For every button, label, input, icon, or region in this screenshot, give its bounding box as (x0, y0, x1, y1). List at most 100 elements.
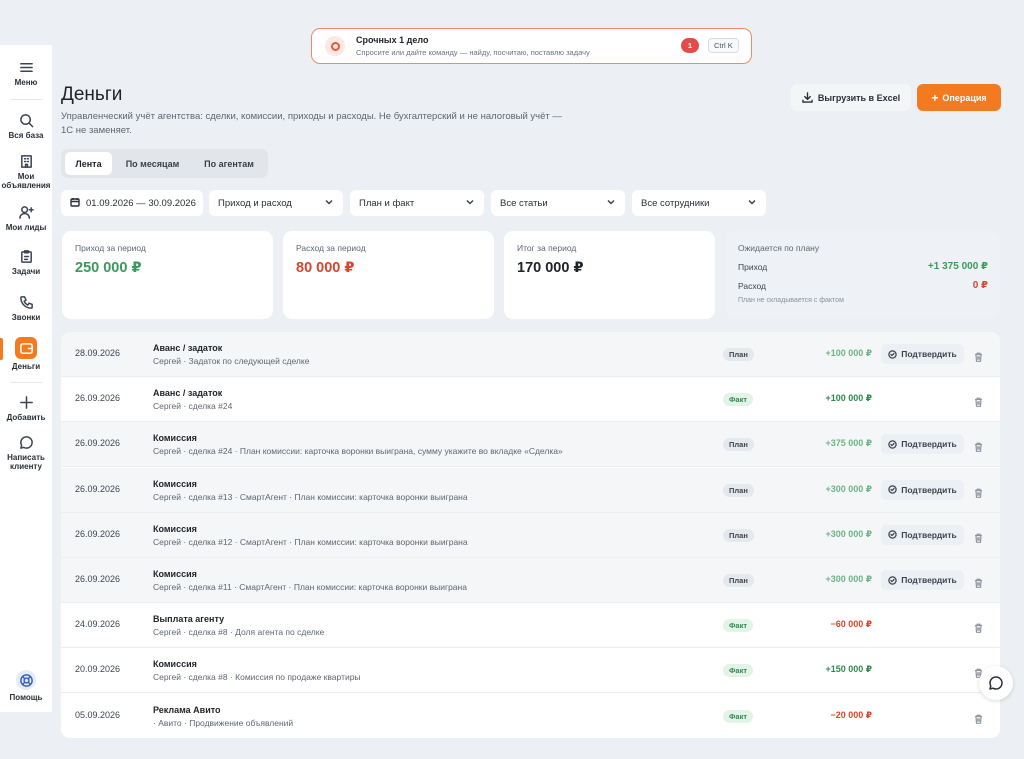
confirm-button[interactable]: Подтвердить (881, 524, 964, 545)
status-badge: План (723, 528, 754, 542)
search-icon (19, 114, 33, 128)
table-row[interactable]: 26.09.2026 Комиссия Сергей · сделка #12 · … (61, 512, 1000, 558)
plus-icon: + (931, 90, 939, 105)
sidebar-item-label: Меню (14, 78, 38, 87)
row-title: Аванс / задаток (153, 343, 223, 353)
period-filter[interactable]: 01.09.2026 — 30.09.2026 (61, 190, 203, 216)
confirm-label: Подтвердить (901, 349, 957, 359)
row-date: 26.09.2026 (75, 393, 121, 404)
check-circle-icon (888, 575, 897, 585)
type-value: Приход и расход (218, 197, 292, 209)
status-badge: План (723, 438, 754, 452)
chat-bubble-icon (989, 676, 1003, 690)
table-row[interactable]: 26.09.2026 Комиссия Сергей · сделка #13 · … (61, 467, 1000, 513)
sidebar-item-label: Добавить (6, 413, 46, 422)
status-badge: Факт (723, 393, 753, 407)
row-description: Сергей · сделка #8 · Комиссия по продаже… (153, 672, 361, 683)
sidebar-item-my-listings[interactable]: Мои объявления (0, 154, 52, 190)
check-circle-icon (888, 440, 897, 449)
sidebar-item-all-base[interactable]: Вся база (0, 113, 52, 140)
row-amount: +300 000 ₽ (825, 528, 872, 539)
sidebar-item-money[interactable]: Деньги (0, 337, 52, 371)
hamburger-icon (19, 63, 33, 72)
sidebar-item-write-client[interactable]: Написать клиенту (0, 435, 52, 471)
table-row[interactable]: 24.09.2026 Выплата агенту Сергей · сделка … (61, 603, 1000, 649)
urgent-count-badge: 1 (681, 38, 699, 53)
sidebar-item-label: Помощь (9, 693, 43, 702)
sidebar: Меню Вся база Мои объявления Мои лиды За… (0, 45, 52, 712)
check-circle-icon (888, 485, 897, 494)
category-filter[interactable]: Все статьи (491, 190, 625, 216)
trash-icon[interactable] (974, 394, 983, 408)
sidebar-item-help[interactable]: Помощь (0, 670, 52, 702)
trash-icon[interactable] (974, 711, 983, 724)
row-title: Выплата агенту (153, 614, 225, 625)
status-badge: План (723, 348, 754, 361)
row-title: Аванс / задаток (153, 388, 223, 399)
tab-by-month[interactable]: По месяцам (116, 152, 189, 175)
chevron-down-icon (748, 198, 756, 206)
plan-expense-value: 0 ₽ (972, 280, 988, 291)
type-filter[interactable]: Приход и расход (209, 190, 343, 216)
period-value: 01.09.2026 — 30.09.2026 (86, 197, 196, 209)
sidebar-item-label: Мои объявления (1, 172, 51, 190)
trash-icon[interactable] (974, 439, 983, 453)
table-row[interactable]: 20.09.2026 Комиссия Сергей · сделка #8 · К… (61, 648, 1000, 694)
add-operation-button[interactable]: + Операция (917, 84, 1001, 111)
plan-note: План не складывается с фактом (738, 297, 844, 304)
urgent-tasks-banner[interactable]: Срочных 1 дело Спросите или дайте команд… (311, 28, 752, 64)
row-description: Сергей · сделка #11 · СмартАгент · План … (153, 582, 467, 592)
mode-filter[interactable]: План и факт (350, 190, 484, 216)
row-date: 20.09.2026 (75, 664, 121, 675)
expense-value: 80 000 ₽ (296, 260, 355, 276)
tab-feed[interactable]: Лента (65, 152, 112, 175)
table-row[interactable]: 05.09.2026 Реклама Авито · Авито · Продвиж… (61, 694, 1000, 738)
confirm-button[interactable]: Подтвердить (881, 570, 964, 590)
support-chat-button[interactable] (979, 666, 1013, 700)
row-date: 26.09.2026 (75, 483, 121, 494)
expense-card: Расход за период 80 000 ₽ (283, 231, 494, 319)
table-row[interactable]: 28.09.2026 Аванс / задаток Сергей · Задато… (61, 332, 1000, 377)
export-excel-label: Выгрузить в Excel (817, 92, 901, 103)
sidebar-item-add[interactable]: Добавить (0, 395, 52, 422)
row-description: Сергей · сделка #12 · СмартАгент · План … (153, 536, 468, 547)
employee-filter[interactable]: Все сотрудники (632, 190, 766, 216)
sidebar-item-my-leads[interactable]: Мои лиды (0, 205, 52, 232)
operations-table: 28.09.2026 Аванс / задаток Сергей · Задато… (61, 332, 1000, 738)
total-label: Итог за период (517, 243, 577, 253)
wallet-icon-box (15, 337, 37, 359)
table-row[interactable]: 26.09.2026 Комиссия Сергей · сделка #11 · … (61, 558, 1000, 603)
trash-icon[interactable] (974, 530, 983, 543)
sidebar-item-label: Звонки (11, 313, 41, 322)
confirm-button[interactable]: Подтвердить (881, 434, 964, 455)
plan-title: Ожидается по плану (738, 243, 820, 253)
status-badge: План (723, 574, 754, 587)
status-badge: Факт (723, 619, 753, 633)
table-row[interactable]: 26.09.2026 Комиссия Сергей · сделка #24 · … (61, 422, 1000, 468)
trash-icon[interactable] (974, 349, 983, 362)
chat-icon (19, 436, 33, 449)
confirm-button[interactable]: Подтвердить (881, 479, 964, 500)
row-title: Комиссия (153, 478, 197, 489)
trash-icon[interactable] (974, 575, 983, 588)
row-amount: +300 000 ₽ (825, 483, 872, 494)
trash-icon[interactable] (974, 485, 983, 498)
check-circle-icon (888, 530, 897, 540)
wallet-icon (19, 342, 33, 354)
sidebar-item-tasks[interactable]: Задачи (0, 249, 52, 276)
row-date: 26.09.2026 (75, 574, 121, 584)
sidebar-item-calls[interactable]: Звонки (0, 295, 52, 322)
confirm-button[interactable]: Подтвердить (881, 344, 964, 364)
table-row[interactable]: 26.09.2026 Аванс / задаток Сергей · сделка… (61, 377, 1000, 423)
sidebar-item-menu[interactable]: Меню (0, 60, 52, 87)
add-operation-label: Операция (942, 92, 987, 103)
export-excel-button[interactable]: Выгрузить в Excel (791, 84, 911, 111)
row-date: 26.09.2026 (75, 438, 121, 449)
sidebar-item-label: Деньги (11, 362, 41, 371)
check-circle-icon (888, 349, 897, 359)
row-amount: −60 000 ₽ (830, 619, 872, 630)
row-date: 05.09.2026 (75, 709, 121, 720)
lifebuoy-icon (19, 673, 33, 687)
tab-by-agent[interactable]: По агентам (193, 152, 265, 175)
trash-icon[interactable] (974, 620, 983, 634)
